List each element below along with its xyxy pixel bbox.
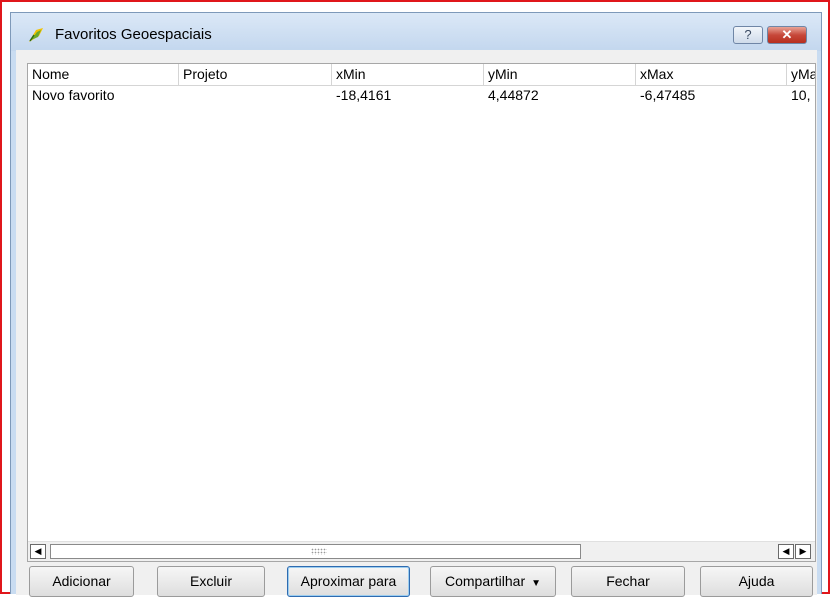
cell-ymin[interactable]: 4,44872 xyxy=(484,85,636,105)
column-header-xmax[interactable]: xMax xyxy=(636,64,787,85)
title-bar[interactable]: Favoritos Geoespaciais ? ✕ xyxy=(11,13,821,51)
column-header-ymin[interactable]: yMin xyxy=(484,64,636,85)
scrollbar-grip-icon xyxy=(311,548,327,555)
cell-projeto[interactable] xyxy=(179,85,332,105)
scrollbar-thumb[interactable] xyxy=(50,544,581,559)
window-title: Favoritos Geoespaciais xyxy=(55,26,212,43)
add-button[interactable]: Adicionar xyxy=(29,566,134,597)
delete-button[interactable]: Excluir xyxy=(157,566,265,597)
cell-xmax[interactable]: -6,47485 xyxy=(636,85,787,105)
column-header-ymax[interactable]: yMa xyxy=(787,64,815,85)
help-title-button[interactable]: ? xyxy=(733,26,763,44)
table-header: Nome Projeto xMin yMin xMax yMa xyxy=(28,64,815,86)
scroll-right-icon[interactable]: ▶ xyxy=(795,544,811,559)
zoom-to-button[interactable]: Aproximar para xyxy=(287,566,410,597)
column-header-projeto[interactable]: Projeto xyxy=(179,64,332,85)
cell-nome[interactable]: Novo favorito xyxy=(28,85,179,105)
screenshot-border: Favoritos Geoespaciais ? ✕ Nome Projeto … xyxy=(0,0,830,597)
qgis-app-icon xyxy=(29,28,43,42)
scroll-left-icon[interactable]: ◀ xyxy=(30,544,46,559)
dialog-window: Favoritos Geoespaciais ? ✕ Nome Projeto … xyxy=(10,12,822,597)
close-button[interactable]: Fechar xyxy=(571,566,685,597)
help-button[interactable]: Ajuda xyxy=(700,566,813,597)
column-header-nome[interactable]: Nome xyxy=(28,64,179,85)
close-window-button[interactable]: ✕ xyxy=(767,26,807,44)
bookmarks-table[interactable]: Nome Projeto xMin yMin xMax yMa Novo fav… xyxy=(27,63,816,562)
share-button[interactable]: Compartilhar ▼ xyxy=(430,566,556,597)
cell-ymax[interactable]: 10, xyxy=(787,85,815,105)
table-row[interactable]: Novo favorito -18,4161 4,44872 -6,47485 … xyxy=(28,85,815,105)
scroll-left-icon-2[interactable]: ◀ xyxy=(778,544,794,559)
column-header-xmin[interactable]: xMin xyxy=(332,64,484,85)
dropdown-caret-icon: ▼ xyxy=(531,578,542,589)
horizontal-scrollbar[interactable]: ◀ ◀ ▶ xyxy=(28,541,815,561)
cell-xmin[interactable]: -18,4161 xyxy=(332,85,484,105)
dialog-body: Nome Projeto xMin yMin xMax yMa Novo fav… xyxy=(16,50,817,597)
share-button-label: Compartilhar xyxy=(444,573,526,589)
